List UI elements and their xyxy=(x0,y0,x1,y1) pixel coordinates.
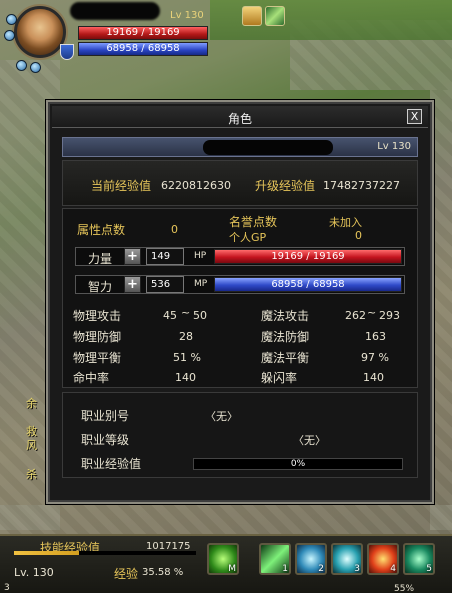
player-mp-bar: 68958 / 68958 xyxy=(78,42,208,56)
strength-value: 149 xyxy=(146,248,184,265)
strength-label: 力量 xyxy=(88,252,113,266)
exp-value: 35.58 % xyxy=(142,567,184,578)
gp-label: 个人GP xyxy=(229,231,267,244)
upgrade-exp-value: 17482737227 xyxy=(323,179,400,192)
intelligence-label: 智力 xyxy=(88,280,113,294)
guild-shield-icon xyxy=(60,44,74,60)
mag-balance-value: 97 % xyxy=(361,351,389,364)
skill-slot-1[interactable]: 1 xyxy=(259,543,291,575)
slot-key: M xyxy=(228,564,236,574)
attr-points-label: 属性点数 xyxy=(77,223,126,237)
mag-def-label: 魔法防御 xyxy=(261,330,310,344)
phys-balance-value: 51 % xyxy=(173,351,201,364)
mag-def-value: 163 xyxy=(365,330,386,343)
exp-label: 经验 xyxy=(114,567,139,581)
chat-fragment: 余 xyxy=(26,397,37,410)
character-header: Lv 130 xyxy=(62,137,418,157)
hp-stat-bar: 19169 / 19169 xyxy=(214,249,402,264)
phys-def-value: 28 xyxy=(179,330,193,343)
skill-slot-m[interactable]: M xyxy=(207,543,239,575)
player-level: Lv 130 xyxy=(170,10,204,21)
mag-atk-min: 262 xyxy=(345,309,366,322)
slot-key: 5 xyxy=(426,564,432,574)
skill-exp-bar xyxy=(14,551,196,555)
slot-key: 2 xyxy=(318,564,324,574)
fame-value: 未加入 xyxy=(329,216,362,229)
add-intelligence-button[interactable]: + xyxy=(124,276,141,293)
add-strength-button[interactable]: + xyxy=(124,248,141,265)
mag-atk-sep: ~ xyxy=(367,306,377,319)
job-panel: 职业别号 〈无〉 职业等级 〈无〉 职业经验值 0% xyxy=(62,392,418,478)
intelligence-value: 536 xyxy=(146,276,184,293)
chat-fragment: 杀 xyxy=(26,468,37,481)
attr-points-value: 0 xyxy=(171,223,178,236)
player-name-mask xyxy=(70,2,160,20)
buff-orb-icon[interactable] xyxy=(4,30,15,41)
hit-rate-label: 命中率 xyxy=(73,371,110,385)
job-exp-bar: 0% xyxy=(193,458,403,470)
current-exp-value: 6220812630 xyxy=(161,179,231,192)
strength-row: 力量 + 149 HP 19169 / 19169 xyxy=(75,247,405,266)
mag-balance-label: 魔法平衡 xyxy=(261,351,310,365)
window-title: 角色 xyxy=(227,112,252,126)
skill-slot-2[interactable]: 2 xyxy=(295,543,327,575)
character-window: 角色 X Lv 130 当前经验值 6220812630 升级经验值 17482… xyxy=(46,100,434,504)
buff-orb-icon[interactable] xyxy=(30,62,41,73)
hud-level: Lv. 130 xyxy=(14,566,54,579)
stone-floor xyxy=(0,505,452,535)
character-level: Lv 130 xyxy=(377,141,411,152)
mp-tag: MP xyxy=(194,279,208,289)
chat-fragment: 风 xyxy=(26,439,37,452)
game-scene: 余 救 风 杀 Lv 130 19169 / 19169 68958 / 689… xyxy=(0,0,452,593)
phys-atk-sep: ~ xyxy=(181,306,191,319)
bottom-percent: 55% xyxy=(394,584,415,593)
phys-atk-label: 物理攻击 xyxy=(73,309,122,323)
skill-slot-4[interactable]: 4 xyxy=(367,543,399,575)
fame-label: 名誉点数 xyxy=(229,215,278,229)
close-button[interactable]: X xyxy=(407,109,422,124)
character-name-mask xyxy=(203,140,333,155)
phys-balance-label: 物理平衡 xyxy=(73,351,122,365)
player-hp-bar: 19169 / 19169 xyxy=(78,26,208,40)
slot-key: 3 xyxy=(354,564,360,574)
hit-rate-value: 140 xyxy=(175,371,196,384)
skill-exp-fill xyxy=(14,551,79,555)
dodge-rate-value: 140 xyxy=(363,371,384,384)
job-rank-label: 职业等级 xyxy=(81,433,130,447)
window-titlebar[interactable]: 角色 X xyxy=(52,106,428,128)
mag-atk-label: 魔法攻击 xyxy=(261,309,310,323)
hp-tag: HP xyxy=(194,251,207,261)
slot-key: 4 xyxy=(390,564,396,574)
experience-panel: 当前经验值 6220812630 升级经验值 17482737227 xyxy=(62,160,418,206)
skill-slot-3[interactable]: 3 xyxy=(331,543,363,575)
job-alias-label: 职业别号 xyxy=(81,409,130,423)
skill-slot-5[interactable]: 5 xyxy=(403,543,435,575)
intelligence-row: 智力 + 536 MP 68958 / 68958 xyxy=(75,275,405,294)
buff-orb-icon[interactable] xyxy=(6,14,17,25)
upgrade-exp-label: 升级经验值 xyxy=(255,179,316,193)
mp-stat-bar: 68958 / 68958 xyxy=(214,277,402,292)
quest-scroll-icon[interactable] xyxy=(242,6,262,26)
dodge-rate-label: 躲闪率 xyxy=(261,371,298,385)
player-portrait[interactable] xyxy=(14,6,66,58)
phys-def-label: 物理防御 xyxy=(73,330,122,344)
job-rank-value: 〈无〉 xyxy=(293,434,326,447)
gp-value: 0 xyxy=(355,229,362,242)
mag-atk-max: 293 xyxy=(379,309,400,322)
job-exp-label: 职业经验值 xyxy=(81,457,142,471)
phys-atk-min: 45 xyxy=(163,309,177,322)
phys-atk-max: 50 xyxy=(193,309,207,322)
current-exp-label: 当前经验值 xyxy=(91,179,152,193)
player-frame: Lv 130 19169 / 19169 68958 / 68958 xyxy=(0,0,215,73)
job-alias-value: 〈无〉 xyxy=(205,410,238,423)
attribute-panel: 属性点数 0 名誉点数 未加入 个人GP 0 力量 + 149 HP 19169… xyxy=(62,208,418,388)
bottom-left-number: 3 xyxy=(4,583,10,593)
slot-key: 1 xyxy=(282,564,288,574)
buff-orb-icon[interactable] xyxy=(16,60,27,71)
map-icon[interactable] xyxy=(265,6,285,26)
